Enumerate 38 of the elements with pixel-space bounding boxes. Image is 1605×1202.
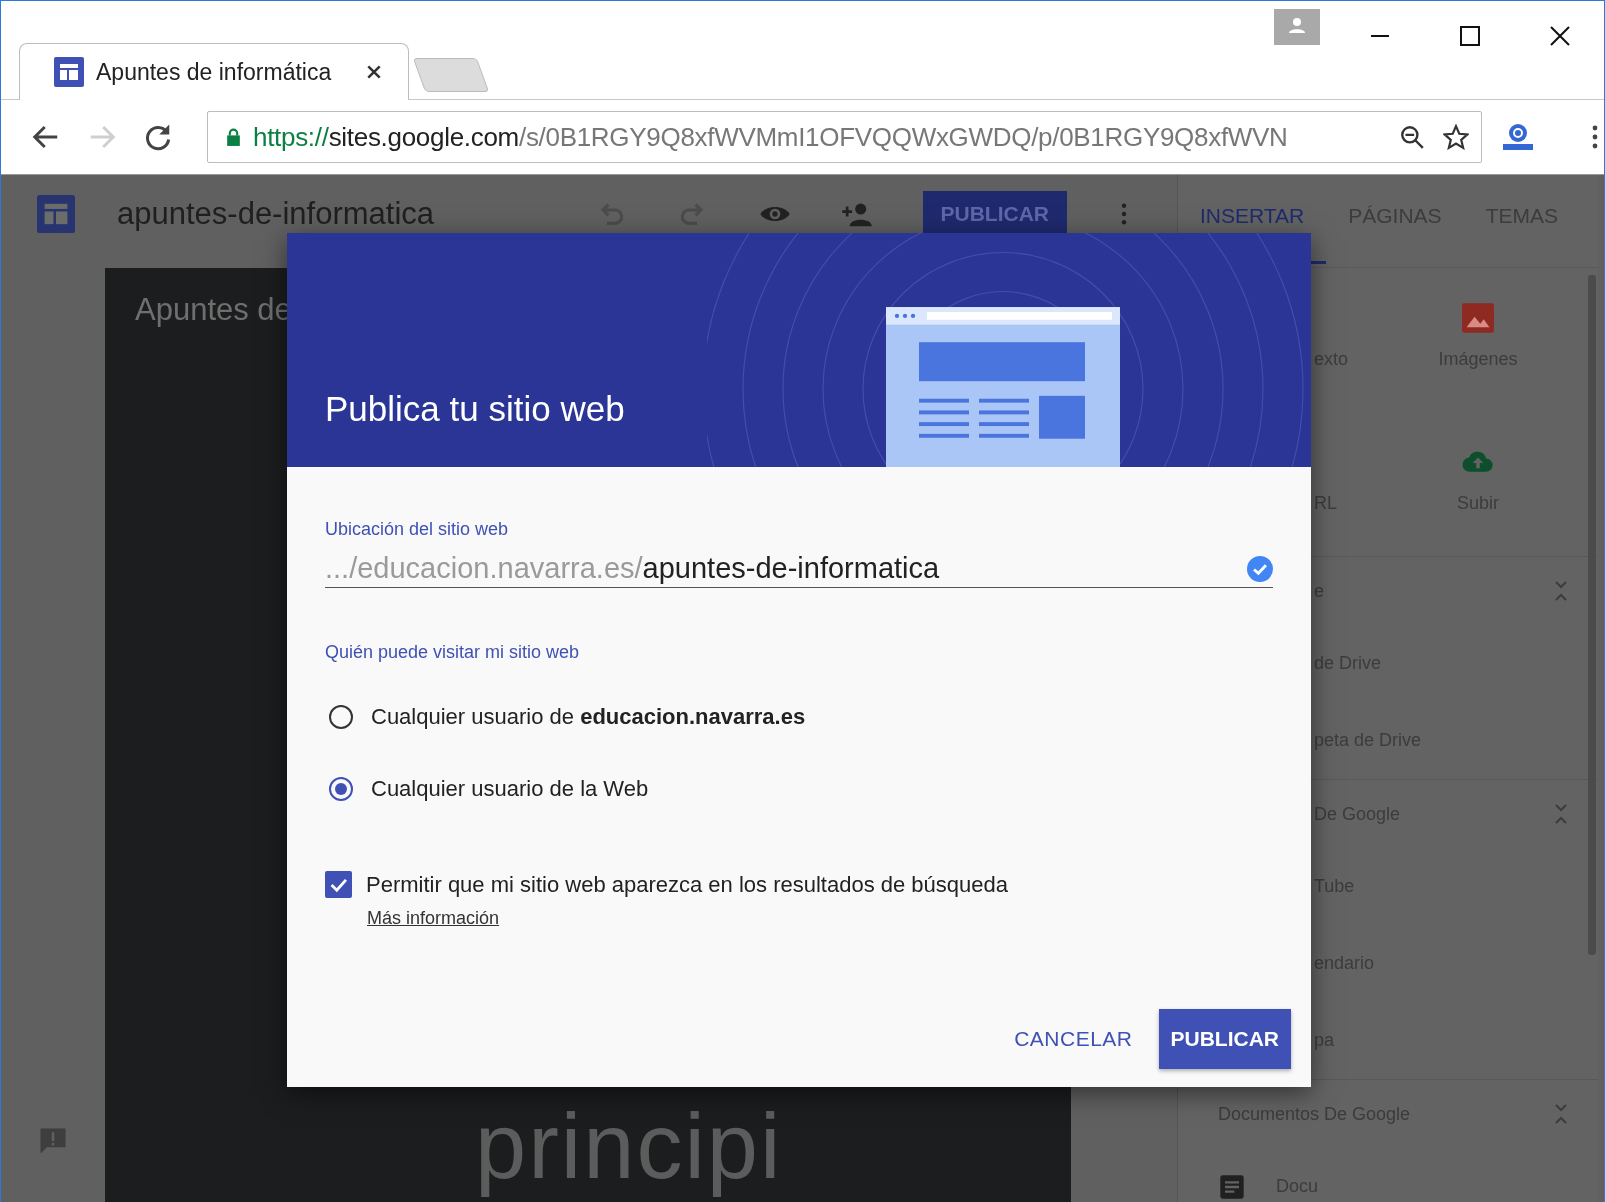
extension-icon[interactable] xyxy=(1500,122,1536,152)
field-label: Ubicación del sitio web xyxy=(325,519,509,540)
zoom-icon[interactable] xyxy=(1399,124,1425,150)
chevrons-icon[interactable] xyxy=(1554,802,1568,826)
page-text[interactable]: principi xyxy=(475,1094,783,1198)
radio-label[interactable]: Cualquier usuario de educacion.navarra.es xyxy=(371,704,806,730)
more-icon[interactable] xyxy=(1121,202,1127,225)
lock-icon xyxy=(226,127,241,147)
close-icon[interactable] xyxy=(366,64,382,80)
scrollbar[interactable] xyxy=(1588,275,1596,955)
radio-label[interactable]: Cualquier usuario de la Web xyxy=(371,776,649,802)
location-field[interactable]: .../educacion.navarra.es/apuntes-de-informatica xyxy=(325,552,1273,588)
profile-icon[interactable] xyxy=(1274,9,1320,45)
dialog-title: Publica tu sitio web xyxy=(325,389,626,429)
star-icon[interactable] xyxy=(1443,124,1469,150)
image-icon[interactable] xyxy=(1462,303,1494,333)
cancel-button[interactable]: CANCELAR xyxy=(1002,1009,1145,1069)
checkbox-label[interactable]: Permitir que mi sitio web aparezca en los resultados de búsqueda xyxy=(366,871,1009,898)
site-title[interactable]: apuntes-de-informatica xyxy=(117,195,435,232)
publish-button[interactable]: PUBLICAR xyxy=(1158,1009,1291,1069)
checkbox[interactable] xyxy=(325,871,352,898)
radio-button[interactable] xyxy=(329,777,353,801)
chevrons-icon[interactable] xyxy=(1554,1102,1568,1126)
menu-icon[interactable] xyxy=(1592,125,1598,149)
more-info-link[interactable]: Más información xyxy=(367,908,500,929)
check-circle-icon xyxy=(1247,555,1273,582)
browser-tab[interactable]: Apuntes de informática xyxy=(19,43,409,100)
chevrons-icon[interactable] xyxy=(1554,579,1568,603)
site-icon xyxy=(54,57,84,87)
maximize-icon[interactable] xyxy=(1460,26,1480,46)
reload-icon[interactable] xyxy=(143,122,173,152)
site-icon xyxy=(37,194,75,233)
field-label: Quién puede visitar mi sitio web xyxy=(325,642,580,663)
feedback-icon[interactable] xyxy=(38,1126,68,1156)
tab-title: Apuntes de informática xyxy=(96,58,333,86)
close-icon[interactable] xyxy=(1550,26,1570,46)
address-bar[interactable]: https://sites.google.com/s/0B1RGY9Q8xfWVMmI1OFVQQWxGWDQ/p/0B1RGY9Q8xfWVN xyxy=(207,111,1482,163)
radio-button[interactable] xyxy=(329,705,353,729)
